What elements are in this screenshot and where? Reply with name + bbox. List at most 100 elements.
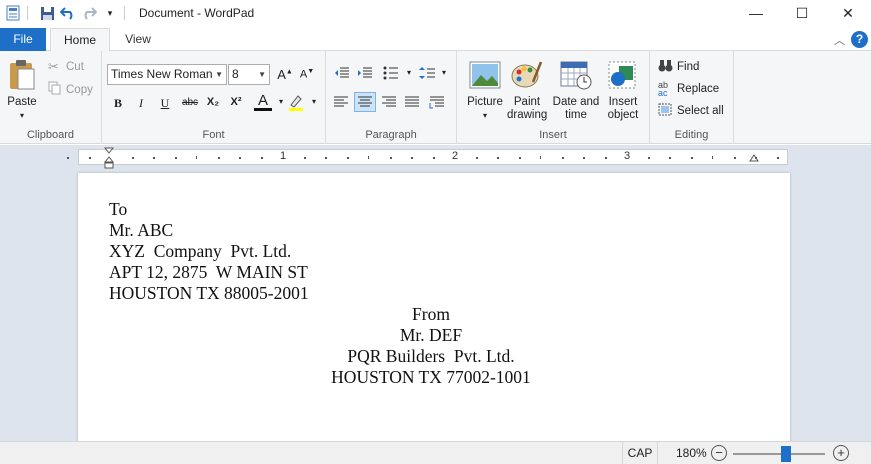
superscript-button[interactable]: X²	[227, 96, 245, 108]
cut-label: Cut	[66, 61, 84, 73]
ruler-dot	[217, 157, 220, 159]
qa-separator	[27, 6, 28, 20]
editing-group: Find ab ac Replace Select all Editing	[650, 51, 734, 144]
doc-line-sender-name[interactable]: Mr. DEF	[78, 325, 784, 346]
cut-button[interactable]: ✂ Cut	[48, 59, 84, 75]
doc-line-sender-company[interactable]: PQR Builders Pvt. Ltd.	[78, 346, 784, 367]
insert-object-button[interactable]: Insert object	[601, 57, 645, 122]
doc-line-from[interactable]: From	[78, 304, 784, 325]
highlight-button[interactable]	[287, 93, 305, 114]
font-size-value: 8	[232, 67, 239, 81]
ruler-dot	[411, 157, 413, 159]
replace-label: Replace	[677, 83, 720, 95]
find-button[interactable]: Find	[658, 59, 699, 75]
strikethrough-button[interactable]: abc	[179, 97, 201, 108]
increase-indent-icon[interactable]	[356, 66, 374, 83]
ruler-dot	[389, 157, 392, 159]
line-spacing-icon[interactable]	[418, 66, 436, 83]
italic-button[interactable]: I	[132, 96, 150, 111]
maximize-button[interactable]: ☐	[779, 0, 825, 26]
paragraph-settings-icon[interactable]	[428, 95, 446, 112]
copy-button[interactable]: Copy	[48, 81, 93, 98]
tab-home[interactable]: Home	[50, 28, 110, 52]
doc-line-recipient-address[interactable]: APT 12, 2875 W MAIN ST	[109, 262, 308, 283]
bullet-list-icon[interactable]	[382, 66, 400, 83]
ruler-dot	[518, 157, 521, 159]
ruler-number: 3	[624, 150, 631, 162]
replace-icon: ab ac	[658, 80, 669, 98]
bold-button[interactable]: B	[109, 96, 127, 111]
clipboard-group: Paste ▾ ✂ Cut Copy Clipboard	[0, 51, 102, 144]
picture-button[interactable]: Picture ▾	[461, 57, 509, 122]
ribbon-tabs: File Home View ︿ ?	[0, 28, 871, 52]
status-bar: CAP 180% − +	[0, 441, 871, 464]
insert-group-label: Insert	[539, 129, 567, 141]
ruler-dot	[131, 157, 134, 159]
tab-file[interactable]: File	[0, 28, 46, 51]
right-indent-marker[interactable]	[749, 152, 759, 167]
calendar-clock-icon	[558, 57, 594, 93]
document-page[interactable]: To Mr. ABC XYZ Company Pvt. Ltd. APT 12,…	[78, 173, 790, 441]
ruler-dot	[325, 157, 327, 159]
save-icon[interactable]	[39, 5, 55, 21]
zoom-in-button[interactable]: +	[833, 445, 849, 461]
ruler-dot	[755, 157, 757, 159]
doc-line-recipient-name[interactable]: Mr. ABC	[109, 220, 173, 241]
paste-icon	[4, 57, 40, 93]
redo-icon[interactable]	[81, 5, 97, 21]
justify-icon[interactable]	[403, 95, 421, 112]
help-icon[interactable]: ?	[851, 31, 868, 48]
picture-dropdown-icon[interactable]: ▾	[461, 109, 509, 122]
zoom-slider-thumb[interactable]	[781, 446, 792, 462]
select-all-button[interactable]: Select all	[658, 103, 724, 119]
caps-lock-indicator: CAP	[622, 442, 658, 464]
zoom-slider[interactable]	[733, 446, 825, 462]
collapse-ribbon-icon[interactable]: ︿	[834, 32, 845, 48]
wordpad-app-icon[interactable]	[5, 5, 21, 21]
chevron-down-icon[interactable]: ▾	[400, 68, 418, 77]
object-label-line1: Insert	[608, 96, 638, 108]
scissors-icon: ✂	[48, 59, 59, 74]
ruler-dot	[604, 157, 607, 159]
binoculars-icon	[658, 59, 677, 75]
paste-button[interactable]: Paste ▾	[4, 57, 40, 122]
close-button[interactable]: ✕	[825, 0, 871, 26]
font-size-select[interactable]: 8 ▼	[228, 64, 270, 85]
align-left-icon[interactable]	[332, 95, 350, 112]
paint-drawing-button[interactable]: Paint drawing	[507, 57, 547, 122]
zoom-out-button[interactable]: −	[711, 445, 727, 461]
chevron-down-icon[interactable]: ▾	[435, 68, 453, 77]
paste-dropdown-icon[interactable]: ▾	[4, 109, 40, 122]
first-line-indent-marker[interactable]	[103, 147, 115, 172]
grow-font-icon: A	[277, 67, 286, 82]
picture-label: Picture	[467, 96, 503, 108]
tab-view[interactable]: View	[112, 28, 164, 51]
paint-palette-icon	[509, 57, 545, 93]
ruler-dot	[475, 157, 478, 159]
ruler-dot	[497, 157, 499, 159]
minimize-button[interactable]: —	[733, 0, 779, 26]
date-time-button[interactable]: Date and time	[551, 57, 601, 122]
datetime-label-line1: Date and	[552, 96, 600, 108]
chevron-down-icon[interactable]: ▾	[305, 97, 323, 106]
doc-line-to[interactable]: To	[109, 199, 127, 220]
chevron-down-icon: ▼	[215, 70, 223, 79]
align-center-icon[interactable]	[354, 92, 376, 112]
doc-line-recipient-company[interactable]: XYZ Company Pvt. Ltd.	[109, 241, 291, 262]
text-color-button[interactable]: A	[254, 93, 272, 111]
datetime-label-line2: time	[565, 109, 587, 121]
font-family-select[interactable]: Times New Roman ▼	[107, 64, 227, 85]
grow-font-button[interactable]: A▲	[276, 67, 294, 82]
underline-button[interactable]: U	[156, 96, 174, 111]
ruler[interactable]: 1 2 3	[67, 147, 788, 169]
align-right-icon[interactable]	[380, 95, 398, 112]
shrink-font-button[interactable]: A▼	[298, 68, 316, 81]
customize-qa-icon[interactable]: ▾	[102, 5, 118, 21]
doc-line-recipient-city[interactable]: HOUSTON TX 88005-2001	[109, 283, 309, 304]
subscript-button[interactable]: X₂	[204, 96, 222, 108]
highlighter-icon	[289, 95, 303, 111]
undo-icon[interactable]	[60, 5, 76, 21]
replace-button[interactable]: ab ac Replace	[658, 80, 720, 98]
doc-line-sender-city[interactable]: HOUSTON TX 77002-1001	[78, 367, 784, 388]
decrease-indent-icon[interactable]	[333, 66, 351, 83]
